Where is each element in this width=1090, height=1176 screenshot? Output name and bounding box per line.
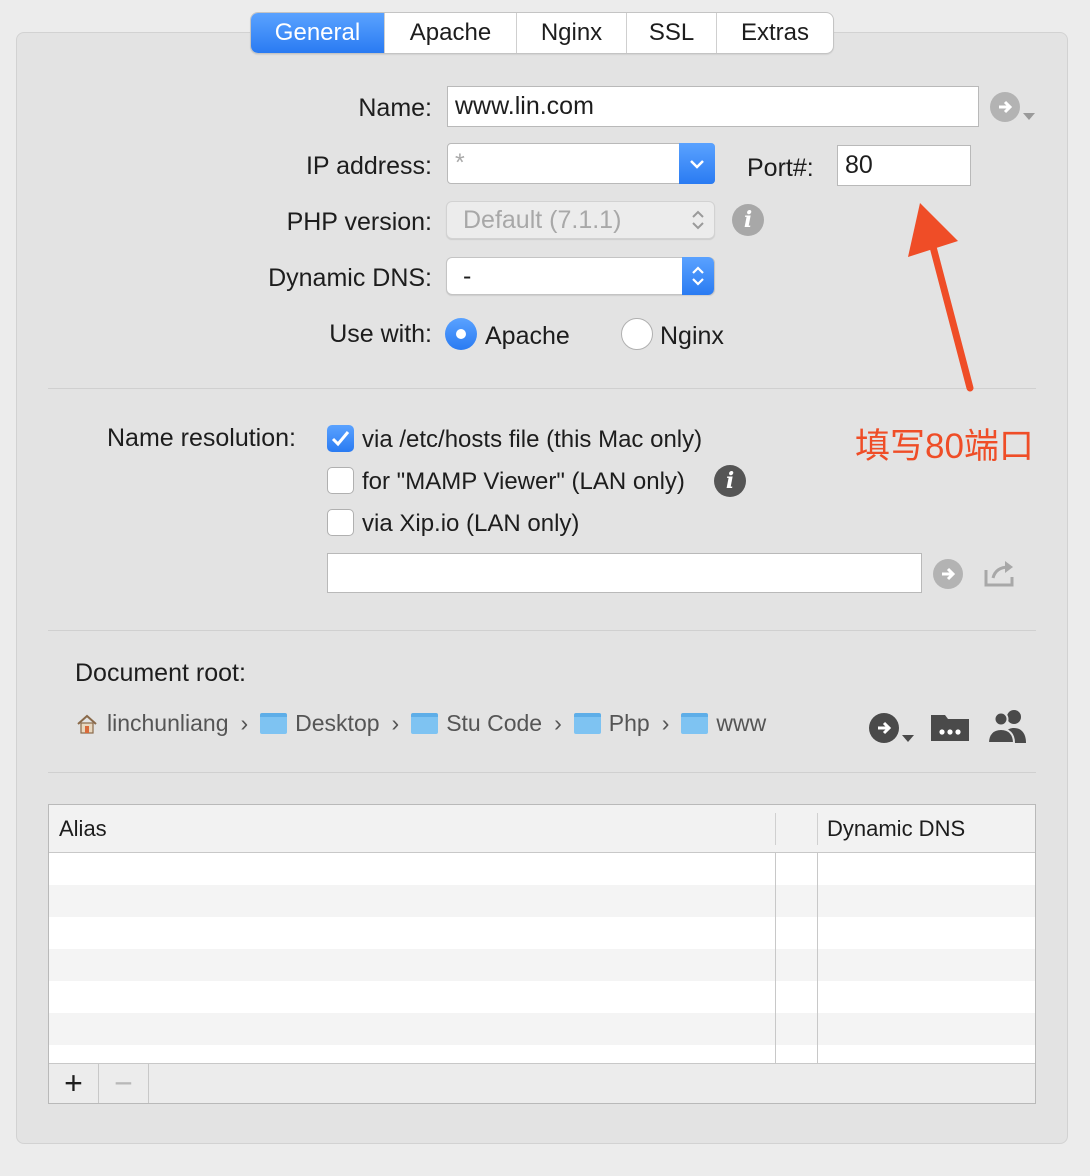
php-version-label: PHP version:	[286, 208, 432, 236]
up-down-chevron-icon	[682, 201, 714, 239]
dynamic-dns-value: -	[463, 261, 472, 290]
separator	[48, 630, 1036, 631]
folder-browse-icon[interactable]	[929, 709, 971, 743]
name-label: Name:	[358, 94, 432, 122]
tab-extras[interactable]: Extras	[717, 13, 833, 53]
use-with-label: Use with:	[329, 320, 432, 348]
mamp-viewer-checkbox[interactable]	[327, 467, 354, 494]
table-footer: + −	[49, 1063, 1035, 1103]
nginx-radio-label: Nginx	[660, 322, 724, 350]
xip-io-option-label: via Xip.io (LAN only)	[362, 510, 580, 537]
table-row[interactable]	[49, 885, 1035, 917]
nginx-radio[interactable]	[621, 318, 653, 350]
tab-bar: General Apache Nginx SSL Extras	[250, 12, 834, 54]
path-separator-icon: ›	[554, 710, 562, 736]
table-row[interactable]	[49, 949, 1035, 981]
table-row[interactable]	[49, 1013, 1035, 1045]
share-icon[interactable]	[983, 558, 1019, 588]
chevron-down-icon[interactable]	[679, 143, 715, 184]
users-icon[interactable]	[986, 707, 1030, 745]
php-version-value: Default (7.1.1)	[463, 205, 622, 234]
mamp-viewer-option-label: for "MAMP Viewer" (LAN only)	[362, 468, 685, 495]
ip-address-label: IP address:	[305, 152, 432, 180]
separator	[48, 388, 1036, 389]
path-segment-www: www	[716, 710, 767, 736]
path-segment-stu-code: Stu Code	[446, 710, 543, 736]
path-segment-home: linchunliang	[107, 710, 229, 736]
dropdown-caret-icon[interactable]	[901, 734, 915, 743]
tab-nginx[interactable]: Nginx	[517, 13, 627, 53]
annotation-arrow-icon	[908, 203, 974, 392]
table-row[interactable]	[49, 1045, 1035, 1063]
column-divider	[775, 813, 776, 845]
port-input[interactable]: 80	[837, 145, 971, 186]
hosts-file-option-label: via /etc/hosts file (this Mac only)	[362, 426, 703, 453]
column-divider	[817, 813, 818, 845]
up-down-chevron-icon	[682, 257, 714, 295]
folder-icon	[681, 713, 709, 734]
alias-column-header[interactable]: Alias	[59, 816, 107, 842]
table-row[interactable]	[49, 853, 1035, 885]
table-header: Alias Dynamic DNS	[49, 805, 1035, 853]
hosts-file-checkbox[interactable]	[327, 425, 354, 452]
dynamic-dns-select[interactable]: -	[446, 257, 715, 295]
ip-address-combobox[interactable]: *	[447, 143, 715, 184]
ip-address-value: *	[455, 149, 465, 177]
desktop-folder-icon	[260, 713, 288, 734]
name-input[interactable]: www.lin.com	[447, 86, 979, 127]
php-info-icon[interactable]: i	[732, 204, 764, 236]
apache-radio[interactable]	[445, 318, 477, 350]
xip-io-checkbox[interactable]	[327, 509, 354, 536]
xip-url-field[interactable]	[327, 553, 922, 593]
dynamic-dns-column-header[interactable]: Dynamic DNS	[827, 816, 965, 842]
add-alias-button[interactable]: +	[49, 1064, 99, 1103]
folder-icon	[411, 713, 439, 734]
table-row[interactable]	[49, 917, 1035, 949]
path-segment-desktop: Desktop	[295, 710, 380, 736]
folder-icon	[573, 713, 601, 734]
mamp-viewer-info-icon[interactable]: i	[714, 465, 746, 497]
remove-alias-button[interactable]: −	[99, 1064, 149, 1103]
dynamic-dns-label: Dynamic DNS:	[268, 264, 432, 292]
separator	[48, 772, 1036, 773]
annotation-text: 填写80端口	[855, 427, 1034, 466]
path-separator-icon: ›	[391, 710, 400, 736]
apache-radio-label: Apache	[485, 322, 570, 350]
dropdown-caret-icon[interactable]	[1022, 112, 1036, 121]
port-label: Port#:	[747, 154, 814, 182]
tab-general[interactable]: General	[251, 13, 385, 53]
table-row[interactable]	[49, 981, 1035, 1013]
column-line	[775, 853, 776, 1063]
column-line	[817, 853, 818, 1063]
tab-ssl[interactable]: SSL	[627, 13, 717, 53]
name-resolution-label: Name resolution:	[107, 424, 296, 452]
path-separator-icon: ›	[661, 710, 670, 736]
document-root-path[interactable]: linchunliang › Desktop › Stu Code › Php …	[75, 710, 766, 737]
path-segment-php: Php	[608, 710, 650, 736]
php-version-select: Default (7.1.1)	[446, 201, 715, 239]
alias-table[interactable]: Alias Dynamic DNS + −	[48, 804, 1036, 1104]
path-separator-icon: ›	[240, 710, 249, 736]
home-icon	[77, 714, 97, 734]
document-root-go-icon[interactable]	[869, 713, 899, 743]
go-arrow-icon[interactable]	[990, 92, 1020, 122]
open-url-arrow-icon[interactable]	[933, 559, 963, 589]
document-root-label: Document root:	[75, 659, 246, 687]
tab-apache[interactable]: Apache	[385, 13, 517, 53]
